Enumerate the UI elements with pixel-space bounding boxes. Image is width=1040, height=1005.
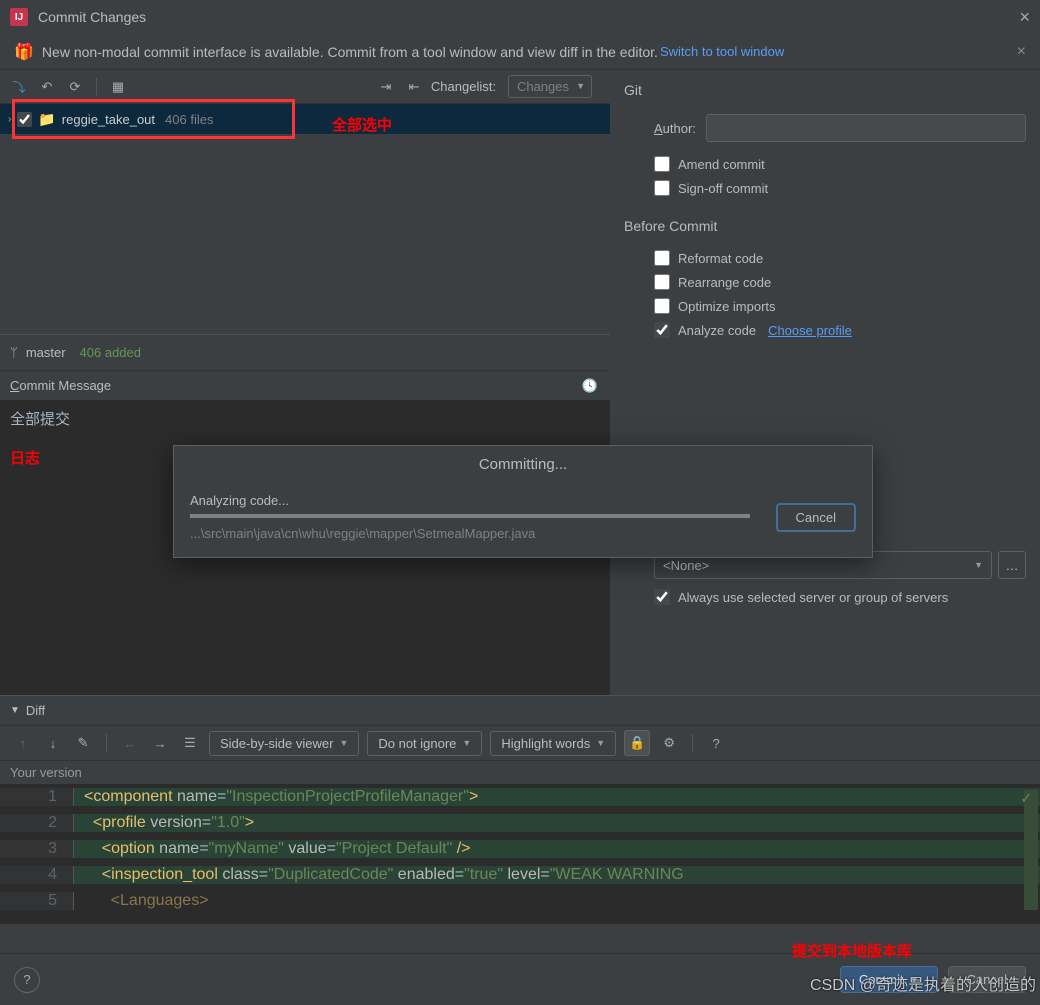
- project-name: reggie_take_out: [62, 112, 155, 127]
- window-title: Commit Changes: [38, 9, 1019, 25]
- reformat-checkbox[interactable]: [654, 250, 670, 266]
- list-icon[interactable]: ☰: [179, 732, 201, 754]
- edit-icon[interactable]: ✎: [72, 732, 94, 754]
- before-commit-header: Before Commit: [624, 210, 1026, 242]
- banner-close-icon[interactable]: ×: [1017, 43, 1026, 61]
- expand-icon[interactable]: ⇥: [375, 76, 397, 98]
- changes-toolbar: ⤵ ↶ ⟳ ▦ ⇥ ⇤ Changelist: Changes▼: [0, 70, 610, 104]
- refresh-icon[interactable]: ⤵: [8, 76, 30, 98]
- app-icon: IJ: [10, 8, 28, 26]
- close-icon[interactable]: ×: [1019, 7, 1030, 28]
- git-header: Git: [624, 78, 1026, 108]
- banner-msg: New non-modal commit interface is availa…: [42, 44, 658, 60]
- changelist-select[interactable]: Changes▼: [508, 75, 592, 98]
- branch-icon: ᛘ: [10, 345, 18, 360]
- added-count: 406 added: [80, 345, 141, 360]
- commit-message-text: 全部提交: [10, 408, 600, 429]
- gift-icon: 🎁: [14, 42, 34, 62]
- dialog-cancel-button[interactable]: Cancel: [776, 503, 856, 532]
- titlebar: IJ Commit Changes ×: [0, 0, 1040, 34]
- diff-toolbar: ↑ ↓ ✎ ← → ☰ Side-by-side viewer▼ Do not …: [0, 725, 1040, 761]
- signoff-checkbox[interactable]: [654, 180, 670, 196]
- committing-dialog: Committing... Analyzing code... ...\src\…: [173, 445, 873, 558]
- author-row: Author:: [654, 114, 1026, 142]
- help-icon[interactable]: ?: [705, 732, 727, 754]
- watermark: CSDN @奇迹是执着的人创造的: [810, 971, 1036, 995]
- undo-icon[interactable]: ↶: [36, 76, 58, 98]
- code-viewer[interactable]: 1<component name="InspectionProjectProfi…: [0, 784, 1040, 924]
- sync-icon[interactable]: ⟳: [64, 76, 86, 98]
- highlight-select[interactable]: Highlight words▼: [490, 731, 616, 756]
- file-tree: › 📁 reggie_take_out 406 files 全部选中: [0, 104, 610, 334]
- commit-message-header: Commit Message 🕓: [0, 370, 610, 400]
- analyze-checkbox[interactable]: [654, 322, 670, 338]
- annotation-commit-local: 提交到本地版本库: [792, 940, 912, 961]
- branch-name: master: [26, 345, 66, 360]
- switch-tool-window-link[interactable]: Switch to tool window: [660, 44, 784, 59]
- ignore-select[interactable]: Do not ignore▼: [367, 731, 482, 756]
- next-diff-icon[interactable]: ↓: [42, 732, 64, 754]
- diff-header[interactable]: ▼ Diff: [0, 695, 1040, 725]
- choose-profile-link[interactable]: Choose profile: [768, 323, 852, 338]
- author-input[interactable]: [706, 114, 1026, 142]
- lock-icon[interactable]: 🔒: [624, 730, 650, 756]
- changelist-label: Changelist:: [431, 79, 496, 94]
- history-icon[interactable]: 🕓: [582, 378, 598, 394]
- scroll-marker: [1024, 790, 1038, 910]
- help-button[interactable]: ?: [14, 967, 40, 993]
- author-label: Author:: [654, 121, 696, 136]
- rearrange-checkbox[interactable]: [654, 274, 670, 290]
- info-banner: 🎁 New non-modal commit interface is avai…: [0, 34, 1040, 70]
- version-label: Your version: [0, 761, 1040, 784]
- right-panel: Git Author: Amend commit Sign-off commit…: [610, 70, 1040, 695]
- prev-diff-icon[interactable]: ↑: [12, 732, 34, 754]
- prev-file-icon[interactable]: ←: [119, 732, 141, 754]
- left-panel: ⤵ ↶ ⟳ ▦ ⇥ ⇤ Changelist: Changes▼ › 📁 reg…: [0, 70, 610, 695]
- dialog-status: Analyzing code...: [190, 493, 762, 508]
- optimize-checkbox[interactable]: [654, 298, 670, 314]
- project-checkbox[interactable]: [17, 112, 32, 127]
- annotation-select-all: 全部选中: [332, 114, 392, 135]
- upload-browse-button[interactable]: …: [998, 551, 1026, 579]
- next-file-icon[interactable]: →: [149, 732, 171, 754]
- dialog-path: ...\src\main\java\cn\whu\reggie\mapper\S…: [190, 526, 762, 541]
- signoff-row: Sign-off commit: [654, 180, 1026, 196]
- ok-icon: ✓: [1020, 790, 1032, 807]
- progress-bar: [190, 514, 750, 518]
- viewer-select[interactable]: Side-by-side viewer▼: [209, 731, 359, 756]
- amend-row: Amend commit: [654, 156, 1026, 172]
- file-count: 406 files: [165, 112, 213, 127]
- folder-icon: 📁: [38, 111, 55, 128]
- separator: [96, 78, 97, 96]
- group-icon[interactable]: ▦: [107, 76, 129, 98]
- branch-status: ᛘ master 406 added: [0, 334, 610, 370]
- chevron-right-icon[interactable]: ›: [8, 114, 11, 125]
- collapse-icon[interactable]: ⇤: [403, 76, 425, 98]
- gear-icon[interactable]: ⚙: [658, 732, 680, 754]
- project-row[interactable]: › 📁 reggie_take_out 406 files: [0, 104, 610, 134]
- always-checkbox[interactable]: [654, 589, 670, 605]
- amend-checkbox[interactable]: [654, 156, 670, 172]
- dialog-title: Committing...: [174, 446, 872, 483]
